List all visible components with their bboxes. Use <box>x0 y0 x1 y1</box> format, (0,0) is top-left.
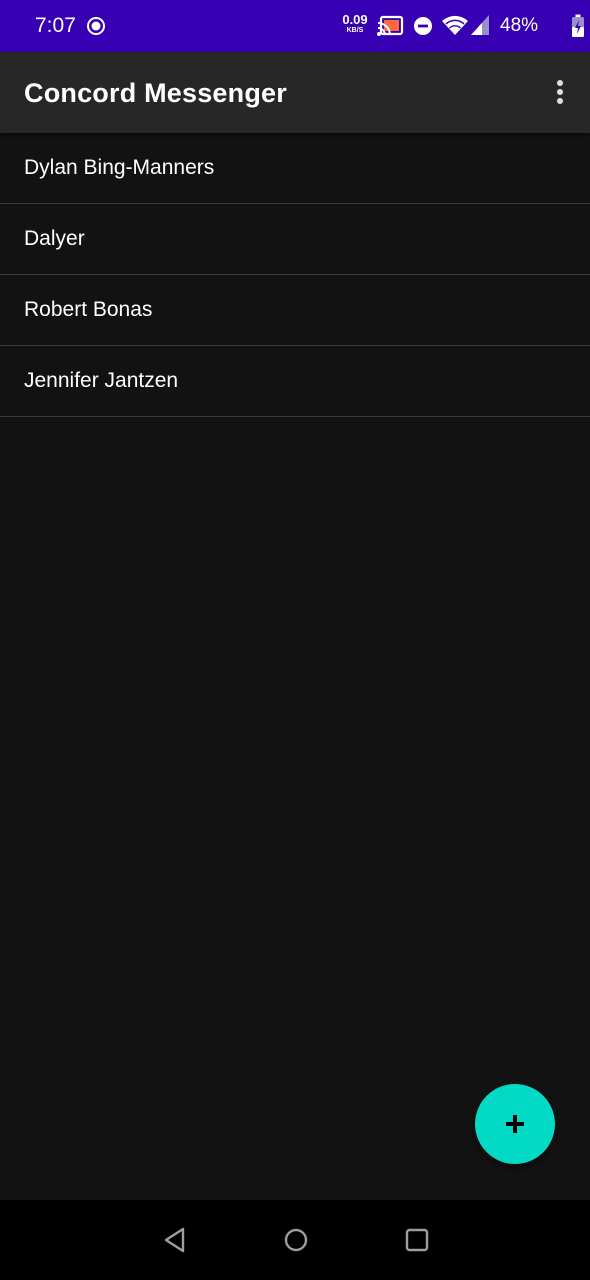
more-options-button[interactable] <box>540 72 580 112</box>
contact-item[interactable]: Jennifer Jantzen <box>0 346 590 417</box>
net-speed-unit: KB/S <box>346 27 364 34</box>
wifi-icon <box>442 15 468 35</box>
contact-name: Jennifer Jantzen <box>24 369 179 392</box>
battery-percent: 48% <box>500 15 539 36</box>
more-vert-icon <box>557 80 563 104</box>
screen: 7:07 0.09 KB/S 48% Concord Messenger Dyl… <box>0 0 590 1280</box>
contact-name: Dylan Bing-Manners <box>24 156 215 179</box>
app-bar: Concord Messenger <box>0 52 590 133</box>
net-speed-value: 0.09 <box>342 12 368 27</box>
record-icon <box>87 17 105 35</box>
app-title: Concord Messenger <box>24 78 287 108</box>
contact-item[interactable]: Dalyer <box>0 204 590 275</box>
back-icon[interactable] <box>160 1225 190 1255</box>
home-icon[interactable] <box>281 1225 311 1255</box>
new-conversation-button[interactable] <box>475 1084 555 1164</box>
do-not-disturb-icon <box>414 17 432 35</box>
contact-name: Dalyer <box>24 227 85 250</box>
cell-signal-icon <box>471 15 489 35</box>
cast-icon <box>377 15 404 36</box>
status-time: 7:07 <box>35 14 76 37</box>
contact-list: Dylan Bing-Manners Dalyer Robert Bonas J… <box>0 133 590 417</box>
status-bar: 7:07 0.09 KB/S 48% <box>0 0 590 52</box>
contact-name: Robert Bonas <box>24 298 153 321</box>
recents-icon[interactable] <box>402 1225 432 1255</box>
net-speed: 0.09 KB/S <box>340 13 370 34</box>
contact-item[interactable]: Dylan Bing-Manners <box>0 133 590 204</box>
battery-charging-icon <box>572 14 584 37</box>
add-icon <box>506 1115 524 1133</box>
contact-item[interactable]: Robert Bonas <box>0 275 590 346</box>
